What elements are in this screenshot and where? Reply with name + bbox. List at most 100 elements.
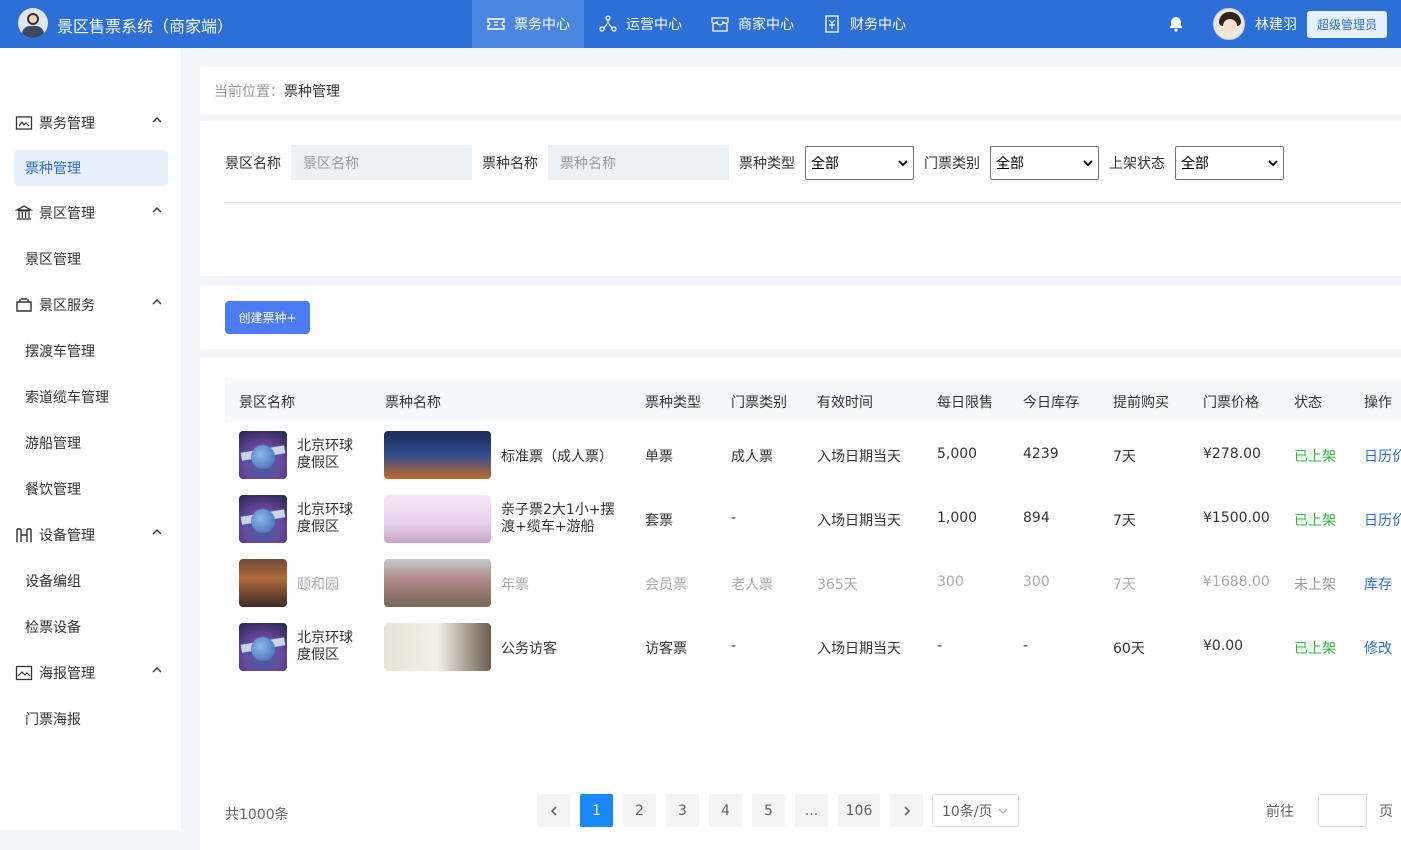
page-button[interactable]: 106 (838, 794, 880, 827)
next-page-button[interactable] (890, 794, 923, 827)
table-row: 颐和园 年票 会员票 老人票 365天 300 300 7天 ¥1688.00 … (225, 551, 1401, 615)
col-status: 状态 (1294, 395, 1322, 411)
ticket-thumbnail (384, 559, 491, 607)
ticket-name-input[interactable]: 票种名称 (548, 145, 729, 180)
ticket-category-select[interactable]: 全部 (990, 145, 1099, 180)
scenic-name: 颐和园 (297, 577, 339, 593)
sidebar-item-label: 餐饮管理 (25, 482, 81, 498)
today-stock: - (1023, 638, 1029, 654)
select-value: 全部 (1181, 155, 1209, 172)
stock-link[interactable]: 库存 (1364, 574, 1392, 594)
chevron-left-icon (550, 805, 557, 816)
scenic-name-line: 度假区 (297, 455, 339, 471)
page-button[interactable]: 2 (623, 794, 656, 827)
sidebar-item-device-group[interactable]: 设备编组 (0, 558, 181, 604)
ticket-type-label: 票种类型 (739, 155, 795, 172)
price: ¥1500.00 (1203, 510, 1270, 526)
page-size-select[interactable]: 10条/页 (932, 794, 1019, 827)
scenic-name-line: 度假区 (297, 647, 339, 663)
sidebar-group-service[interactable]: 景区服务 (0, 282, 181, 328)
page-button[interactable]: 5 (752, 794, 785, 827)
page-button[interactable]: 3 (666, 794, 699, 827)
topnav-merchant-center[interactable]: 商家中心 (696, 0, 808, 48)
select-value: 全部 (811, 155, 839, 172)
daily-limit: 5,000 (937, 446, 978, 462)
sidebar-item-shuttle[interactable]: 摆渡车管理 (0, 328, 181, 374)
goto-suffix: 页 (1379, 803, 1393, 820)
sidebar-item-ticket-poster[interactable]: 门票海报 (0, 696, 181, 742)
divider (225, 202, 1401, 203)
chevron-up-icon (152, 117, 162, 123)
sidebar-item-scenic[interactable]: 景区管理 (0, 236, 181, 282)
chevron-down-icon (1268, 159, 1278, 166)
sidebar-item-gate-device[interactable]: 检票设备 (0, 604, 181, 650)
today-stock: 4239 (1023, 446, 1059, 462)
col-daily-limit: 每日限售 (937, 395, 993, 411)
sidebar-group-label: 票务管理 (39, 116, 95, 132)
calendar-price-link[interactable]: 日历价 (1364, 510, 1401, 530)
pagination: 1 2 3 4 5 ... 106 (537, 794, 923, 827)
scenic-thumbnail (239, 623, 287, 671)
page-button[interactable]: 4 (709, 794, 742, 827)
edit-link[interactable]: 修改 (1364, 638, 1392, 658)
sidebar-group-label: 设备管理 (39, 528, 95, 544)
ticket-type-select[interactable]: 全部 (805, 145, 914, 180)
sidebar-group-label: 海报管理 (39, 666, 95, 682)
table-header: 景区名称 票种名称 票种类型 门票类别 有效时间 每日限售 今日库存 提前购买 … (225, 378, 1401, 422)
breadcrumb-label: 当前位置： (214, 83, 284, 100)
sidebar-item-label: 票种管理 (25, 161, 81, 177)
ticket-name: 公务访客 (501, 641, 557, 657)
ticket-name: 亲子票2大1小+摆 渡+缆车+游船 (501, 502, 615, 536)
goto-label: 前往 (1266, 803, 1294, 820)
valid-time: 入场日期当天 (817, 641, 901, 657)
valid-time: 入场日期当天 (817, 449, 901, 465)
topnav-label: 财务中心 (850, 17, 906, 33)
create-ticket-type-button[interactable]: 创建票种+ (225, 301, 310, 334)
goto-page: 前往 页 (1266, 794, 1393, 827)
sidebar-item-ticket-type[interactable]: 票种管理 (14, 150, 168, 186)
sidebar-item-dining[interactable]: 餐饮管理 (0, 466, 181, 512)
store-icon (711, 17, 729, 32)
chevron-down-icon (1083, 159, 1093, 166)
ticket-name-line: 亲子票2大1小+摆 (501, 502, 615, 518)
topnav-finance-center[interactable]: 财务中心 (808, 0, 920, 48)
calendar-price-link[interactable]: 日历价 (1364, 446, 1401, 466)
chevron-up-icon (152, 299, 162, 305)
sidebar-group-device[interactable]: 设备管理 (0, 512, 181, 558)
sidebar-group-scenic[interactable]: 景区管理 (0, 190, 181, 236)
sidebar-item-label: 设备编组 (25, 574, 81, 590)
status-badge: 已上架 (1294, 449, 1336, 465)
sidebar-group-poster[interactable]: 海报管理 (0, 650, 181, 696)
select-value: 全部 (996, 155, 1024, 172)
status-badge: 已上架 (1294, 641, 1336, 657)
scenic-name-line: 北京环球 (297, 438, 353, 454)
scenic-name: 北京环球 度假区 (297, 502, 353, 536)
sidebar-item-cableway[interactable]: 索道缆车管理 (0, 374, 181, 420)
page-ellipsis[interactable]: ... (795, 794, 828, 827)
notification-icon[interactable] (1167, 15, 1185, 33)
ticket-thumbnail (384, 623, 491, 671)
scenic-name-input[interactable]: 景区名称 (291, 145, 472, 180)
user-name[interactable]: 林建羽 (1255, 14, 1297, 34)
sidebar: 票务管理 票种管理 景区管理 景区管理 景区服务 摆渡车管理 索道缆车管理 游船… (0, 48, 181, 830)
page-button[interactable]: 1 (580, 794, 613, 827)
scenic-name-label: 景区名称 (225, 155, 281, 172)
scenic-name: 北京环球 度假区 (297, 630, 353, 664)
topnav-operation-center[interactable]: 运营中心 (584, 0, 696, 48)
listing-status-select[interactable]: 全部 (1175, 145, 1284, 180)
col-category: 门票类别 (731, 395, 787, 411)
sidebar-group-label: 景区服务 (39, 298, 95, 314)
topnav-ticket-center[interactable]: 票务中心 (472, 0, 584, 48)
daily-limit: 300 (937, 574, 964, 590)
sidebar-group-label: 景区管理 (39, 206, 95, 222)
sidebar-group-ticket[interactable]: 票务管理 (0, 100, 181, 146)
ticket-type: 单票 (645, 449, 673, 465)
col-ticket-type: 票种类型 (645, 395, 701, 411)
goto-page-input[interactable] (1318, 794, 1367, 827)
sidebar-item-boat[interactable]: 游船管理 (0, 420, 181, 466)
role-badge: 超级管理员 (1306, 10, 1387, 38)
prev-page-button[interactable] (537, 794, 570, 827)
user-avatar[interactable] (1212, 8, 1245, 40)
device-icon (16, 528, 32, 542)
scenic-name-line: 北京环球 (297, 630, 353, 646)
